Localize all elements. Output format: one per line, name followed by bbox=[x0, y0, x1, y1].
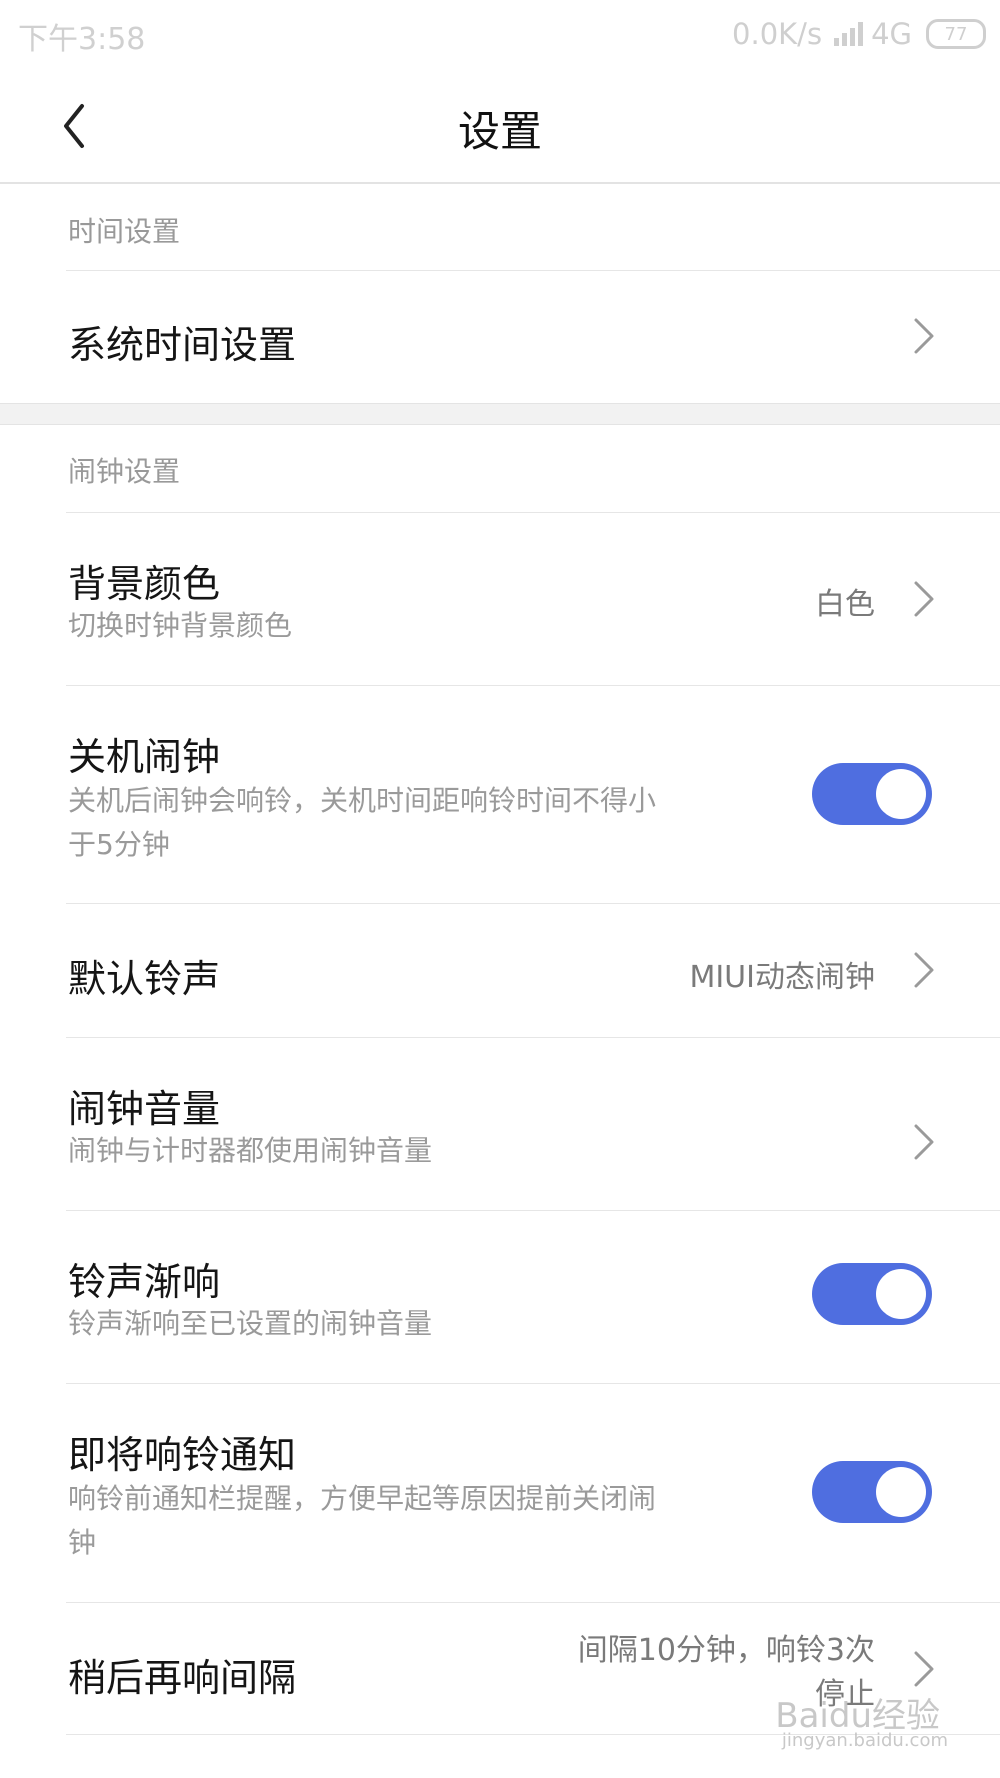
default-ringtone-value: MIUI动态闹钟 bbox=[689, 960, 875, 995]
alarm-volume-title: 闹钟音量 bbox=[68, 1087, 221, 1131]
network-speed: 0.0K/s bbox=[732, 17, 823, 51]
shutdown-alarm-title: 关机闹钟 bbox=[68, 735, 221, 779]
system-time-row[interactable]: 系统时间设置 bbox=[0, 272, 1000, 402]
system-time-title: 系统时间设置 bbox=[68, 323, 297, 367]
upcoming-notice-title: 即将响铃通知 bbox=[68, 1433, 297, 1477]
upcoming-notice-subtitle-line2: 钟 bbox=[68, 1526, 97, 1559]
chevron-right-icon bbox=[914, 318, 934, 354]
alarm-volume-row[interactable]: 闹钟音量 闹钟与计时器都使用闹钟音量 bbox=[0, 1038, 1000, 1209]
status-time: 下午3:58 bbox=[18, 22, 146, 57]
section-label-alarm: 闹钟设置 bbox=[68, 455, 181, 488]
shutdown-alarm-subtitle-line2: 于5分钟 bbox=[68, 828, 170, 861]
chevron-right-icon bbox=[914, 952, 934, 988]
upcoming-notice-toggle[interactable] bbox=[812, 1461, 932, 1523]
shutdown-alarm-row: 关机闹钟 关机后闹钟会响铃，关机时间距响铃时间不得小 于5分钟 bbox=[0, 686, 1000, 902]
status-indicators: 0.0K/s 4G 77 bbox=[732, 14, 986, 54]
battery-level: 77 bbox=[944, 23, 968, 45]
default-ringtone-title: 默认铃声 bbox=[68, 957, 221, 1001]
background-color-subtitle: 切换时钟背景颜色 bbox=[68, 609, 293, 642]
upcoming-notice-subtitle-line1: 响铃前通知栏提醒，方便早起等原因提前关闭闹 bbox=[68, 1482, 657, 1515]
background-color-title: 背景颜色 bbox=[68, 562, 221, 606]
section-label-time: 时间设置 bbox=[68, 215, 181, 248]
watermark-url: jingyan.baidu.com bbox=[781, 1730, 948, 1751]
signal-icon bbox=[834, 22, 864, 46]
background-color-value: 白色 bbox=[815, 587, 875, 622]
battery-icon: 77 bbox=[926, 19, 986, 49]
status-bar: 下午3:58 0.0K/s 4G 77 bbox=[0, 0, 1000, 70]
chevron-right-icon bbox=[914, 1124, 934, 1160]
chevron-right-icon bbox=[914, 1651, 934, 1687]
upcoming-notice-row: 即将响铃通知 响铃前通知栏提醒，方便早起等原因提前关闭闹 钟 bbox=[0, 1384, 1000, 1601]
ring-fade-in-toggle[interactable] bbox=[812, 1263, 932, 1325]
snooze-interval-title: 稍后再响间隔 bbox=[68, 1656, 297, 1700]
chevron-right-icon bbox=[914, 581, 934, 617]
page-title: 设置 bbox=[457, 107, 542, 156]
app-header: 设置 bbox=[0, 70, 1000, 184]
shutdown-alarm-subtitle-line1: 关机后闹钟会响铃，关机时间距响铃时间不得小 bbox=[68, 784, 657, 817]
divider bbox=[66, 270, 1000, 271]
section-gap bbox=[0, 403, 1000, 425]
ring-fade-in-subtitle: 铃声渐响至已设置的闹钟音量 bbox=[68, 1307, 433, 1340]
background-color-row[interactable]: 背景颜色 切换时钟背景颜色 白色 bbox=[0, 513, 1000, 685]
alarm-volume-subtitle: 闹钟与计时器都使用闹钟音量 bbox=[68, 1134, 433, 1167]
default-ringtone-row[interactable]: 默认铃声 MIUI动态闹钟 bbox=[0, 904, 1000, 1036]
ring-fade-in-row: 铃声渐响 铃声渐响至已设置的闹钟音量 bbox=[0, 1211, 1000, 1382]
network-type: 4G bbox=[871, 17, 912, 51]
shutdown-alarm-toggle[interactable] bbox=[812, 763, 932, 825]
ring-fade-in-title: 铃声渐响 bbox=[68, 1260, 221, 1304]
snooze-interval-value-line1: 间隔10分钟，响铃3次 bbox=[577, 1633, 875, 1668]
